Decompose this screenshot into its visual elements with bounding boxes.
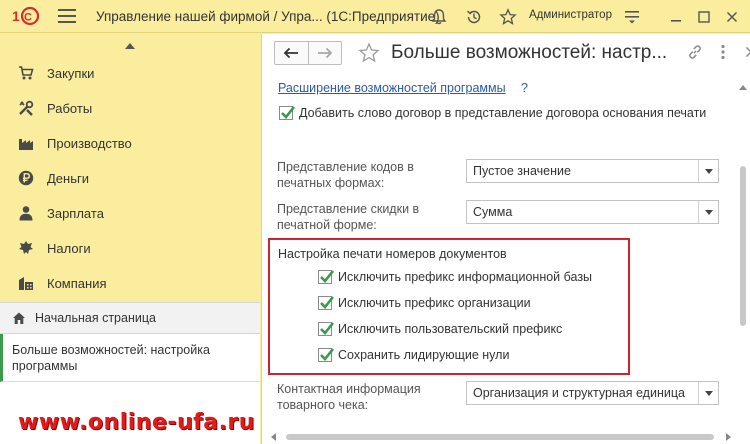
contract-word-checkbox[interactable]	[279, 106, 296, 120]
favorites-star-icon[interactable]	[497, 6, 519, 28]
form-title: Больше возможностей: настр...	[391, 42, 668, 63]
checkbox[interactable]	[318, 270, 335, 284]
menu-icon[interactable]	[58, 9, 76, 23]
title-bar: 1 C Управление нашей фирмой / Упра... (1…	[0, 0, 750, 33]
dropdown-arrow-icon[interactable]	[698, 382, 718, 404]
start-page-tab[interactable]: Начальная страница	[0, 302, 260, 334]
more-actions-icon[interactable]	[714, 43, 732, 61]
expand-features-link[interactable]: Расширение возможностей программы	[278, 81, 506, 95]
sidebar-item-taxes[interactable]: Налоги	[0, 231, 260, 265]
settings-form: Больше возможностей: настр... Расширение…	[261, 34, 750, 444]
app-title: Управление нашей фирмой / Упра... (1С:Пр…	[96, 8, 440, 24]
emblem-icon	[18, 240, 34, 256]
dropdown-arrow-icon[interactable]	[698, 160, 718, 182]
home-icon	[12, 311, 26, 325]
cart-icon	[18, 65, 34, 81]
sidebar-item-purchases[interactable]: Закупки	[0, 56, 260, 90]
sidebar-item-works[interactable]: Работы	[0, 91, 260, 125]
forward-arrow-icon[interactable]	[307, 42, 341, 64]
favorite-star-icon[interactable]	[358, 42, 380, 64]
1c-logo[interactable]: 1 C	[10, 6, 44, 26]
open-window-tab[interactable]: Больше возможностей: настройка программы	[0, 334, 260, 382]
back-arrow-icon[interactable]	[275, 42, 308, 64]
sidebar-item-production[interactable]: Производство	[0, 126, 260, 160]
discount-field-label: Представление скидки в печатной форме:	[277, 202, 420, 232]
contract-word-option[interactable]: Добавить слово договор в представление д…	[279, 106, 706, 120]
bell-icon[interactable]	[428, 6, 450, 28]
factory-icon	[18, 135, 34, 151]
person-icon	[18, 205, 34, 221]
sections-panel: Закупки Работы Производство Деньги Зарпл…	[0, 34, 260, 444]
close-icon[interactable]	[721, 6, 743, 28]
navigation-buttons	[274, 41, 342, 65]
checkbox[interactable]	[318, 348, 335, 362]
print-numbers-group-title: Настройка печати номеров документов	[278, 247, 507, 261]
discount-select[interactable]: Сумма	[466, 200, 719, 224]
checkbox[interactable]	[318, 296, 335, 310]
sidebar-item-money[interactable]: Деньги	[0, 161, 260, 195]
link-icon[interactable]	[686, 43, 704, 61]
svg-text:C: C	[24, 12, 32, 24]
help-link[interactable]: ?	[521, 81, 528, 95]
print-option[interactable]: Сохранить лидирующие нули	[318, 348, 509, 362]
settings-menu-icon[interactable]	[621, 6, 643, 28]
print-option[interactable]: Исключить пользовательский префикс	[318, 322, 562, 336]
minimize-icon[interactable]	[665, 6, 687, 28]
dropdown-arrow-icon[interactable]	[698, 201, 718, 223]
watermark: www.online-ufa.ru	[18, 410, 255, 435]
contact-select[interactable]: Организация и структурная единица	[466, 381, 719, 405]
buildings-icon	[18, 275, 34, 291]
sidebar-item-company[interactable]: Компания	[0, 266, 260, 300]
history-icon[interactable]	[463, 6, 485, 28]
ruble-coin-icon	[18, 170, 34, 186]
print-option[interactable]: Исключить префикс организации	[318, 296, 531, 310]
horizontal-scrollbar[interactable]	[270, 431, 732, 443]
checkbox[interactable]	[318, 322, 335, 336]
user-name[interactable]: Администратор	[529, 9, 612, 21]
codes-field-label: Представление кодов в печатных формах:	[277, 160, 414, 190]
vertical-scroll-thumb[interactable]	[740, 166, 746, 326]
contact-field-label: Контактная информация товарного чека:	[277, 382, 421, 412]
maximize-icon[interactable]	[693, 6, 715, 28]
codes-select[interactable]: Пустое значение	[466, 159, 719, 183]
print-option[interactable]: Исключить префикс информационной базы	[318, 270, 592, 284]
tools-icon	[18, 100, 34, 116]
horizontal-scroll-thumb[interactable]	[286, 434, 714, 440]
vertical-scrollbar[interactable]	[737, 84, 749, 444]
collapse-arrow-icon[interactable]	[0, 34, 260, 56]
close-form-icon[interactable]	[742, 43, 750, 61]
svg-text:1: 1	[12, 8, 20, 24]
sidebar-item-salary[interactable]: Зарплата	[0, 196, 260, 230]
